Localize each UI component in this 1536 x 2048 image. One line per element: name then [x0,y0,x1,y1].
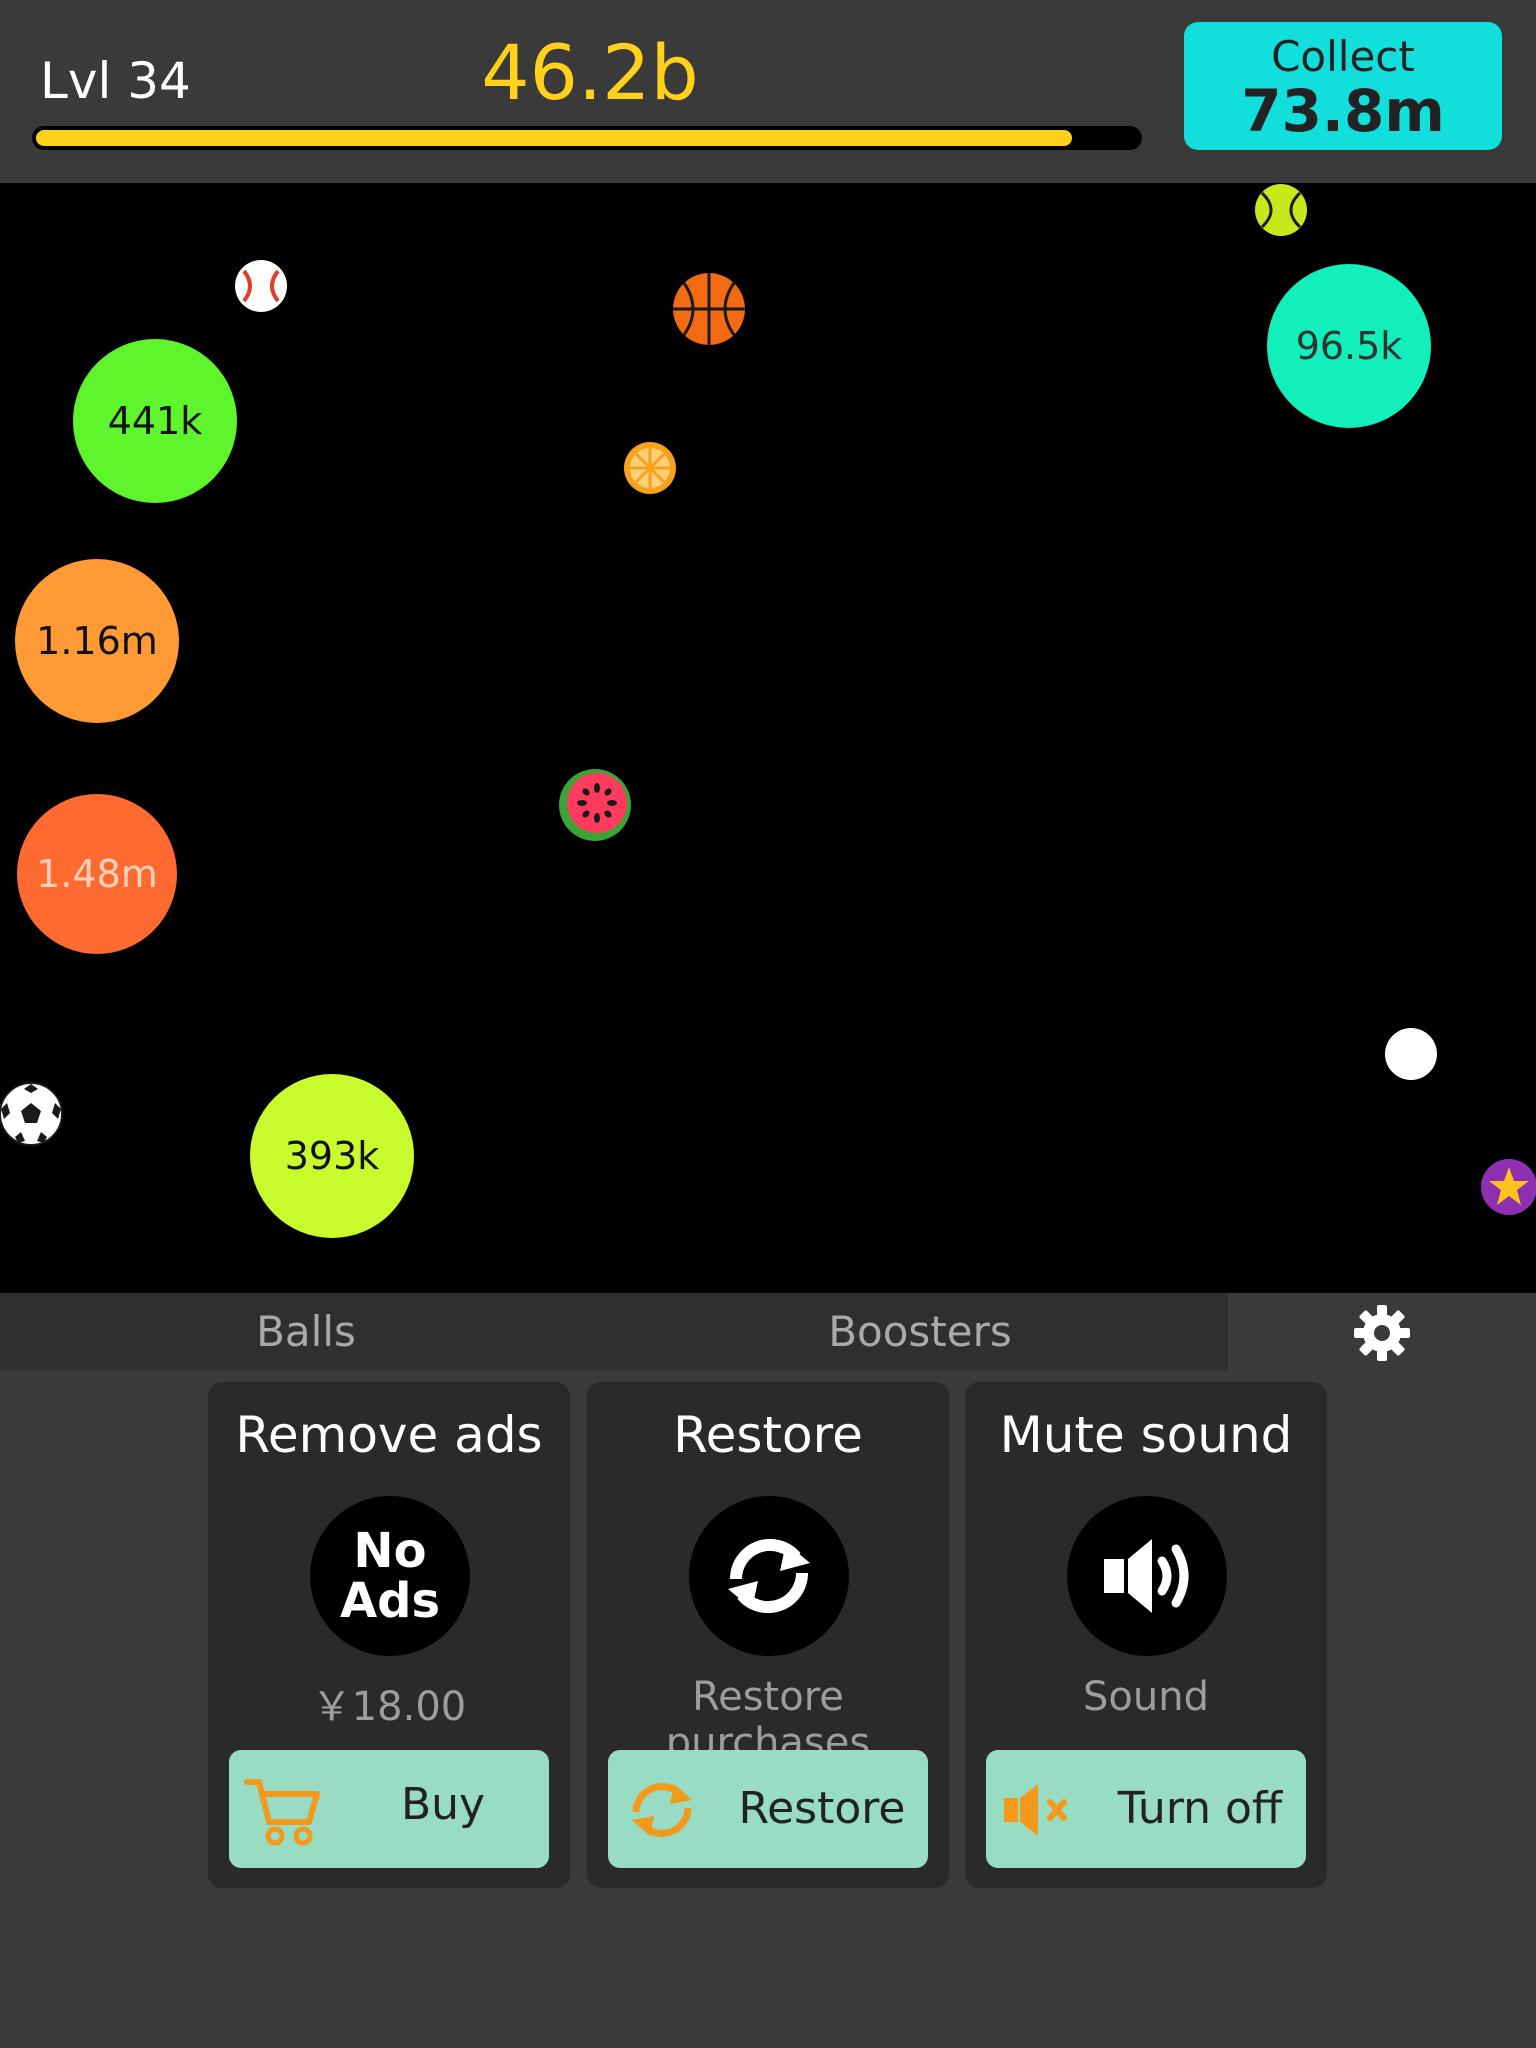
remove-ads-card: Remove ads No Ads ￥18.00 Buy [208,1382,570,1888]
collect-label: Collect [1271,32,1415,81]
white-ball-icon [1385,1028,1437,1080]
restore-circle [689,1496,849,1656]
value-orb[interactable]: 1.16m [15,559,179,723]
orb-value: 441k [107,399,203,443]
value-orb[interactable]: 1.48m [17,794,177,954]
tab-balls-label: Balls [256,1307,356,1356]
remove-ads-price: ￥18.00 [311,1684,467,1730]
refresh-icon [632,1783,692,1837]
orb-value: 393k [284,1134,380,1178]
value-orb[interactable]: 96.5k [1267,264,1431,428]
restore-button-label: Restore [738,1783,906,1834]
level-label: Lvl 34 [40,52,191,110]
speaker-circle [1067,1496,1227,1656]
basketball-icon [673,273,745,345]
restore-button[interactable]: Restore [608,1750,928,1868]
mute-sound-card: Mute sound Sound Turn off [965,1382,1327,1888]
no-ads-line1: No [353,1523,427,1579]
buy-button-label: Buy [400,1779,486,1830]
gear-icon [1354,1305,1410,1361]
cart-icon [244,1779,320,1846]
level-progress-bar [32,126,1142,150]
value-orb[interactable]: 393k [250,1074,414,1238]
tab-balls[interactable]: Balls [0,1293,612,1370]
star-ball-icon [1481,1159,1536,1215]
orb-value: 1.48m [36,852,158,896]
sync-icon [728,1538,810,1614]
speaker-icon [1104,1539,1189,1613]
value-orb[interactable]: 441k [73,339,237,503]
orange-slice-icon [624,442,676,494]
tab-bar: Balls Boosters [0,1293,1536,1370]
top-bar: Lvl 34 46.2b Collect 73.8m [0,0,1536,183]
sound-label: Sound [1083,1674,1209,1720]
game-field[interactable]: 441k 96.5k 1.16m 1.48m 393k [0,183,1536,1293]
watermelon-icon [559,769,631,841]
collect-amount: 73.8m [1241,77,1445,145]
level-progress-fill [36,130,1072,146]
mute-sound-title: Mute sound [999,1406,1293,1464]
orb-value: 96.5k [1295,324,1403,368]
tab-boosters[interactable]: Boosters [612,1293,1228,1370]
no-ads-line2: Ads [339,1573,441,1629]
collect-button[interactable]: Collect 73.8m [1184,22,1502,150]
restore-card: Restore Restore purchases Restore [587,1382,949,1888]
soccer-ball-icon [0,1082,63,1146]
money-total: 46.2b [481,28,699,117]
no-ads-icon: No Ads [310,1496,470,1656]
tab-settings[interactable] [1228,1293,1536,1370]
restore-title: Restore [673,1406,863,1464]
remove-ads-title: Remove ads [235,1406,543,1464]
baseball-icon [235,260,287,312]
tennis-ball-icon [1255,184,1307,236]
speaker-muted-icon [1004,1784,1067,1836]
turn-off-button[interactable]: Turn off [986,1750,1306,1868]
orb-value: 1.16m [36,619,158,663]
tab-boosters-label: Boosters [828,1307,1012,1356]
buy-button[interactable]: Buy [229,1750,549,1868]
turn-off-button-label: Turn off [1117,1783,1283,1834]
